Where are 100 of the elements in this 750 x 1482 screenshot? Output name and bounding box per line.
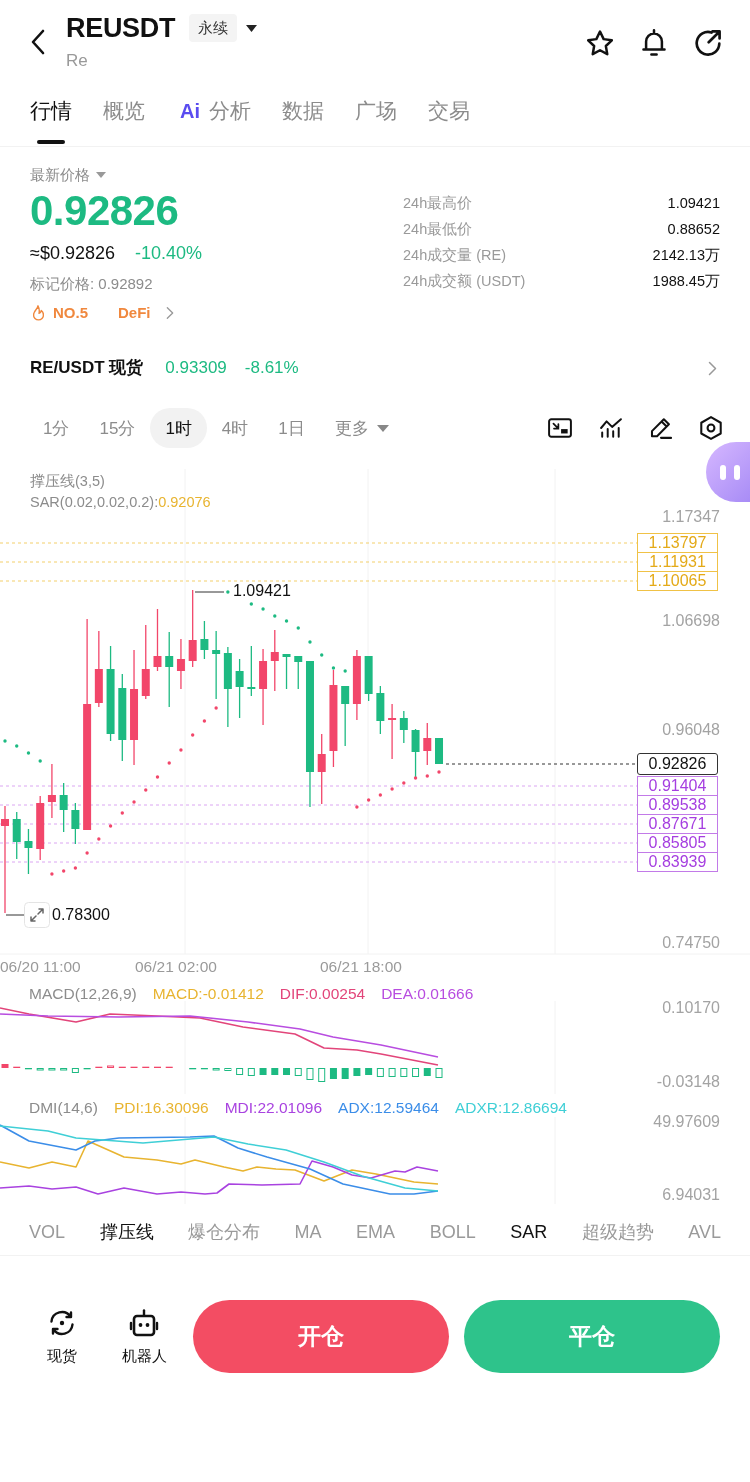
low-price-label: 0.78300	[52, 907, 110, 923]
sar-dot	[284, 619, 289, 623]
indicator-tab[interactable]: 超级趋势	[581, 1220, 654, 1244]
support-level-label: 0.87671	[637, 814, 718, 834]
histogram-bar	[376, 1068, 384, 1077]
interval-tab[interactable]: 1日	[263, 408, 320, 448]
indicator-chart-icon[interactable]	[600, 418, 622, 438]
histogram-bar	[71, 1068, 79, 1073]
contract-type-badge[interactable]: 永续	[189, 14, 238, 42]
indicator-tab[interactable]: 撑压线	[99, 1220, 154, 1244]
histogram-bar	[294, 1068, 302, 1076]
sar-dot	[191, 733, 195, 737]
sar-value: 0.92076	[158, 493, 211, 511]
sar-dot	[108, 824, 113, 828]
interval-tab[interactable]: 4时	[206, 408, 264, 448]
histogram-bar	[212, 1068, 220, 1071]
robot-button[interactable]: 机器人	[112, 1300, 176, 1366]
mark-price: 标记价格: 0.92892	[30, 274, 153, 294]
pencil-icon[interactable]	[650, 417, 672, 439]
expand-icon[interactable]	[24, 902, 50, 928]
price-axis-label: 1.17347	[662, 507, 720, 527]
indicator-legend: 撑压线(3,5)	[30, 472, 105, 490]
more-dropdown[interactable]: 更多	[319, 408, 404, 448]
candlestick	[24, 828, 33, 875]
sar-dot	[390, 787, 394, 791]
support-level-label: 0.85805	[637, 833, 718, 853]
indicator-tab[interactable]: EMA	[356, 1220, 396, 1244]
stat-value: 1.09421	[667, 194, 720, 213]
sar-dot	[273, 614, 277, 618]
open-position-button[interactable]: 开仓	[193, 1300, 449, 1373]
high-price-label: 1.09421	[233, 583, 291, 599]
last-price: 0.92826	[30, 188, 179, 234]
sar-dot	[144, 788, 148, 792]
candlestick	[12, 811, 21, 860]
stat-label: 24h成交量 (RE)	[403, 246, 507, 265]
candlestick	[282, 653, 291, 690]
settings-icon[interactable]	[700, 416, 722, 440]
interval-tab[interactable]: 1分	[28, 408, 85, 448]
sar-dot	[3, 739, 7, 743]
candlestick	[247, 645, 256, 697]
chevron-right-icon[interactable]	[708, 360, 717, 376]
sar-dot	[249, 602, 254, 606]
sar-legend-label: SAR(0.02,0.02,0.2):	[30, 493, 159, 511]
candlestick	[294, 655, 303, 690]
sar-dot	[155, 775, 160, 779]
bell-icon[interactable]	[642, 29, 666, 56]
tab[interactable]: 数据	[282, 96, 324, 146]
stat-value: 0.88652	[667, 220, 720, 239]
spot-button[interactable]: 现货	[30, 1300, 94, 1366]
indicator-tab[interactable]: SAR	[510, 1220, 548, 1244]
candlestick	[235, 658, 244, 719]
sar-dot	[343, 669, 347, 673]
tab[interactable]: 广场	[355, 96, 397, 146]
resistance-level-label: 1.10065	[637, 571, 718, 591]
indicator-tab[interactable]: MA	[294, 1220, 322, 1244]
interval-tab[interactable]: 15分	[84, 408, 151, 448]
sar-dot	[132, 800, 136, 804]
indicator-tab[interactable]: VOL	[29, 1220, 66, 1244]
close-position-button[interactable]: 平仓	[464, 1300, 720, 1373]
stat-label: 24h最高价	[403, 194, 473, 213]
sector-link[interactable]: DeFi	[118, 303, 174, 323]
histogram-bar	[60, 1068, 68, 1071]
spot-pair-label[interactable]: RE/USDT 现货	[30, 356, 144, 380]
candlestick	[212, 630, 221, 700]
indicator-tab[interactable]: 爆仓分布	[188, 1220, 261, 1244]
stat-value: 2142.13万	[652, 246, 720, 265]
stat-label: 24h最低价	[403, 220, 473, 239]
spot-price: 0.93309	[165, 357, 227, 379]
picture-in-picture-icon[interactable]	[548, 418, 572, 438]
indicator-tab[interactable]: BOLL	[429, 1220, 476, 1244]
sar-dot	[120, 811, 124, 815]
candlestick	[364, 655, 373, 702]
price-type-dropdown[interactable]: 最新价格	[30, 165, 106, 185]
tab[interactable]: 概览	[103, 96, 145, 146]
caret-down-icon[interactable]	[246, 24, 258, 32]
candlestick	[270, 629, 279, 692]
time-axis-label: 06/21 18:00	[320, 957, 402, 977]
sar-dot	[296, 626, 300, 630]
indicator-tab[interactable]: AVL	[688, 1220, 721, 1244]
candlestick	[399, 710, 408, 744]
histogram-bar	[236, 1068, 244, 1075]
back-icon[interactable]	[30, 29, 46, 55]
sar-dot	[425, 774, 429, 778]
tab[interactable]: 行情	[30, 96, 72, 146]
tab[interactable]: 交易	[428, 96, 470, 146]
candlestick	[36, 795, 45, 861]
tab[interactable]: Ai 分析	[176, 96, 251, 146]
circular-arrow-icon[interactable]	[695, 29, 721, 56]
histogram-bar	[388, 1068, 396, 1077]
histogram-bar	[224, 1068, 232, 1071]
sar-dot	[437, 770, 441, 774]
sar-dot	[26, 751, 31, 755]
robot-icon	[129, 1308, 159, 1338]
indicator-value: DIF:0.00254	[279, 984, 366, 1004]
rank-label[interactable]: NO.5	[53, 303, 88, 323]
interval-tab[interactable]: 1时	[150, 408, 207, 448]
indicator-value: MDI:22.01096	[224, 1098, 323, 1118]
histogram-bar	[435, 1068, 443, 1078]
star-icon[interactable]	[587, 29, 613, 56]
sar-dot	[261, 607, 265, 611]
